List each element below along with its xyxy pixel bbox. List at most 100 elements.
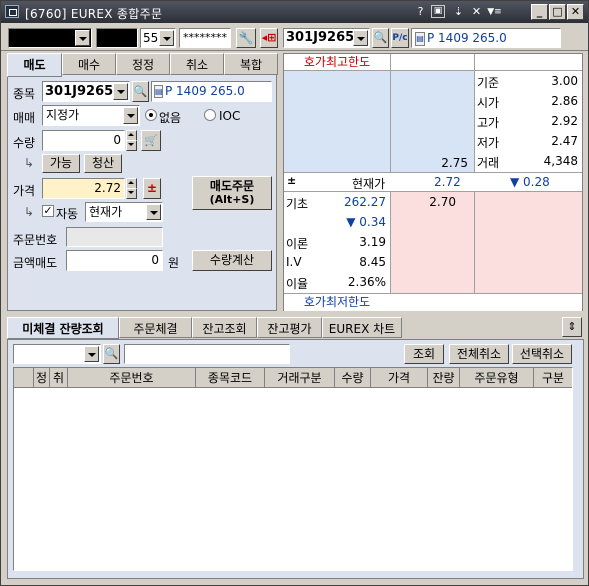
header-col[interactable]: 주문유형 — [460, 368, 534, 388]
auto-price-combo[interactable]: 현재가 — [85, 202, 163, 222]
memo-icon: ▤ — [154, 85, 163, 98]
qty-down-icon[interactable] — [126, 140, 137, 151]
tab-complex[interactable]: 복합 — [224, 53, 278, 75]
underlying-change: ▼ 0.34 — [346, 215, 386, 229]
qty-calc-button[interactable]: 수량계산 — [192, 250, 272, 271]
expand-icon[interactable]: ⇕ — [562, 317, 582, 337]
help-icon[interactable]: ? — [413, 5, 428, 19]
flip-panel-icon[interactable]: ◂⊞ — [260, 28, 278, 48]
tab-chart[interactable]: EUREX 차트 — [322, 317, 402, 338]
amount-label: 금액매도 — [13, 256, 58, 270]
header-col[interactable]: 구분 — [534, 368, 572, 388]
tab-modify[interactable]: 정정 — [116, 53, 170, 75]
tab-sell[interactable]: 매도 — [7, 53, 62, 77]
cond-none-label: 없음 — [159, 111, 182, 125]
tab-unfilled[interactable]: 미체결 잔량조회 — [7, 317, 119, 339]
chevron-down-icon[interactable] — [159, 30, 174, 46]
sort-icon[interactable]: ± — [287, 174, 296, 187]
trade-type-combo[interactable]: 지정가 — [42, 105, 140, 126]
cond-ioc-radio[interactable] — [204, 109, 216, 121]
bid-price[interactable]: 2.70 — [429, 195, 456, 209]
stat-base-label: 기준 — [477, 76, 500, 90]
search-icon[interactable]: 🔍 — [372, 28, 389, 48]
window-icon — [5, 5, 19, 18]
account-sub-value: 55 — [143, 31, 159, 45]
radio-dot — [149, 113, 153, 117]
orders-table: 정 취 주문번호 종목코드 거래구분 수량 가격 잔량 주문유형 구분 — [13, 367, 573, 571]
quote-panel: 호가최고한도 2.75 기준 3.00 시가 2.86 고가 2.92 저가 2… — [283, 53, 583, 311]
minimize-button[interactable]: _ — [531, 4, 548, 20]
rate-value: 2.36% — [347, 275, 386, 289]
tab-evaluation[interactable]: 잔고평가 — [257, 317, 322, 338]
tab-balance[interactable]: 잔고조회 — [192, 317, 257, 338]
lower-limit-label: 호가최저한도 — [284, 293, 390, 311]
underlying-label: 기초 — [286, 197, 309, 211]
code-name-field: ▤ P 1409 265.0 — [151, 81, 272, 102]
header-col[interactable]: 거래구분 — [265, 368, 335, 388]
price-down-icon[interactable] — [126, 188, 137, 199]
stat-high-value: 2.92 — [551, 114, 578, 128]
code-label: 종목 — [13, 87, 36, 101]
account-sub-combo[interactable]: 55 — [140, 28, 176, 48]
header-col[interactable]: 정 — [34, 368, 50, 388]
sell-order-button[interactable]: 매도주문 (Alt+S) — [192, 176, 272, 210]
settle-button[interactable]: 청산 — [84, 154, 122, 173]
code-name-top: ▤ P 1409 265.0 — [411, 28, 561, 48]
auto-checkbox[interactable]: ✓ — [42, 205, 54, 217]
query-button[interactable]: 조회 — [404, 344, 444, 364]
main-window: [6760] EUREX 종합주문 ? ▣ ⇣ ✕ ▼≡ _ □ ✕ 55 **… — [0, 0, 589, 586]
chevron-down-icon[interactable] — [146, 204, 161, 220]
cancel-selected-button[interactable]: 선택취소 — [512, 344, 572, 364]
menu-icon[interactable]: ▼≡ — [487, 5, 502, 19]
avail-button[interactable]: 가능 — [42, 154, 80, 173]
code-combo-top[interactable]: 301J9265 — [283, 28, 370, 48]
wrench-icon[interactable]: 🔧 — [236, 28, 256, 48]
stats-area: 기준 3.00 시가 2.86 고가 2.92 저가 2.47 거래 4,348 — [475, 71, 582, 172]
price-input[interactable]: 2.72 — [42, 178, 125, 199]
cond-none-radio[interactable] — [145, 109, 157, 121]
maximize-button[interactable]: □ — [549, 4, 566, 20]
password-input[interactable]: ******** — [179, 28, 231, 48]
header-blank — [14, 368, 34, 388]
cart-icon[interactable]: 🛒 — [141, 130, 161, 151]
plus-minus-icon[interactable]: ± — [143, 178, 161, 199]
account-toolbar: 55 ******** 🔧 ◂⊞ 301J9265 🔍 P/c ▤ P 1409 … — [1, 23, 588, 51]
amount-input[interactable]: 0 — [66, 250, 163, 271]
underlying-area: 기초 262.27 ▼ 0.34 이론 3.19 I.V 8.45 이율 2.3… — [284, 192, 390, 293]
account-filter-combo[interactable] — [13, 344, 101, 364]
search-icon[interactable]: 🔍 — [132, 81, 149, 102]
header-col[interactable]: 가격 — [371, 368, 428, 388]
qty-input[interactable]: 0 — [42, 130, 125, 151]
chevron-down-icon[interactable] — [123, 107, 138, 124]
header-col[interactable]: 잔량 — [428, 368, 460, 388]
auto-label: 자동 — [56, 207, 79, 221]
code-combo[interactable]: 301J9265 — [42, 81, 130, 102]
ask-price[interactable]: 2.75 — [441, 156, 468, 170]
tab-buy[interactable]: 매수 — [62, 53, 116, 75]
header-col[interactable]: 수량 — [335, 368, 371, 388]
header-col[interactable]: 취 — [50, 368, 68, 388]
tab-cancel[interactable]: 취소 — [170, 53, 224, 75]
chevron-down-icon[interactable] — [75, 30, 90, 46]
pc-toggle-icon[interactable]: P/c — [391, 28, 409, 48]
current-price-label: 현재가 — [352, 177, 386, 191]
ask-price-area: 2.75 — [391, 71, 474, 172]
header-col[interactable]: 주문번호 — [68, 368, 196, 388]
chevron-down-icon[interactable] — [353, 30, 368, 46]
ask-qty-area — [284, 71, 390, 172]
account-number-combo[interactable] — [8, 28, 92, 48]
search-icon[interactable]: 🔍 — [103, 344, 120, 364]
chevron-down-icon[interactable] — [113, 83, 128, 100]
header-col[interactable]: 종목코드 — [196, 368, 265, 388]
close-button[interactable]: ✕ — [567, 4, 584, 20]
amount-unit: 원 — [168, 256, 180, 270]
bid-price-area: 2.70 — [391, 192, 474, 293]
chevron-down-icon[interactable] — [84, 346, 99, 362]
pin-icon[interactable]: ⇣ — [451, 5, 466, 19]
close-link-icon[interactable]: ✕ — [469, 5, 484, 19]
trade-type-label: 매매 — [13, 111, 36, 125]
code-value: 301J9265 — [45, 84, 114, 99]
cancel-all-button[interactable]: 전체취소 — [449, 344, 509, 364]
window-mode-icon[interactable]: ▣ — [431, 5, 445, 18]
tab-filled[interactable]: 주문체결 — [119, 317, 192, 338]
